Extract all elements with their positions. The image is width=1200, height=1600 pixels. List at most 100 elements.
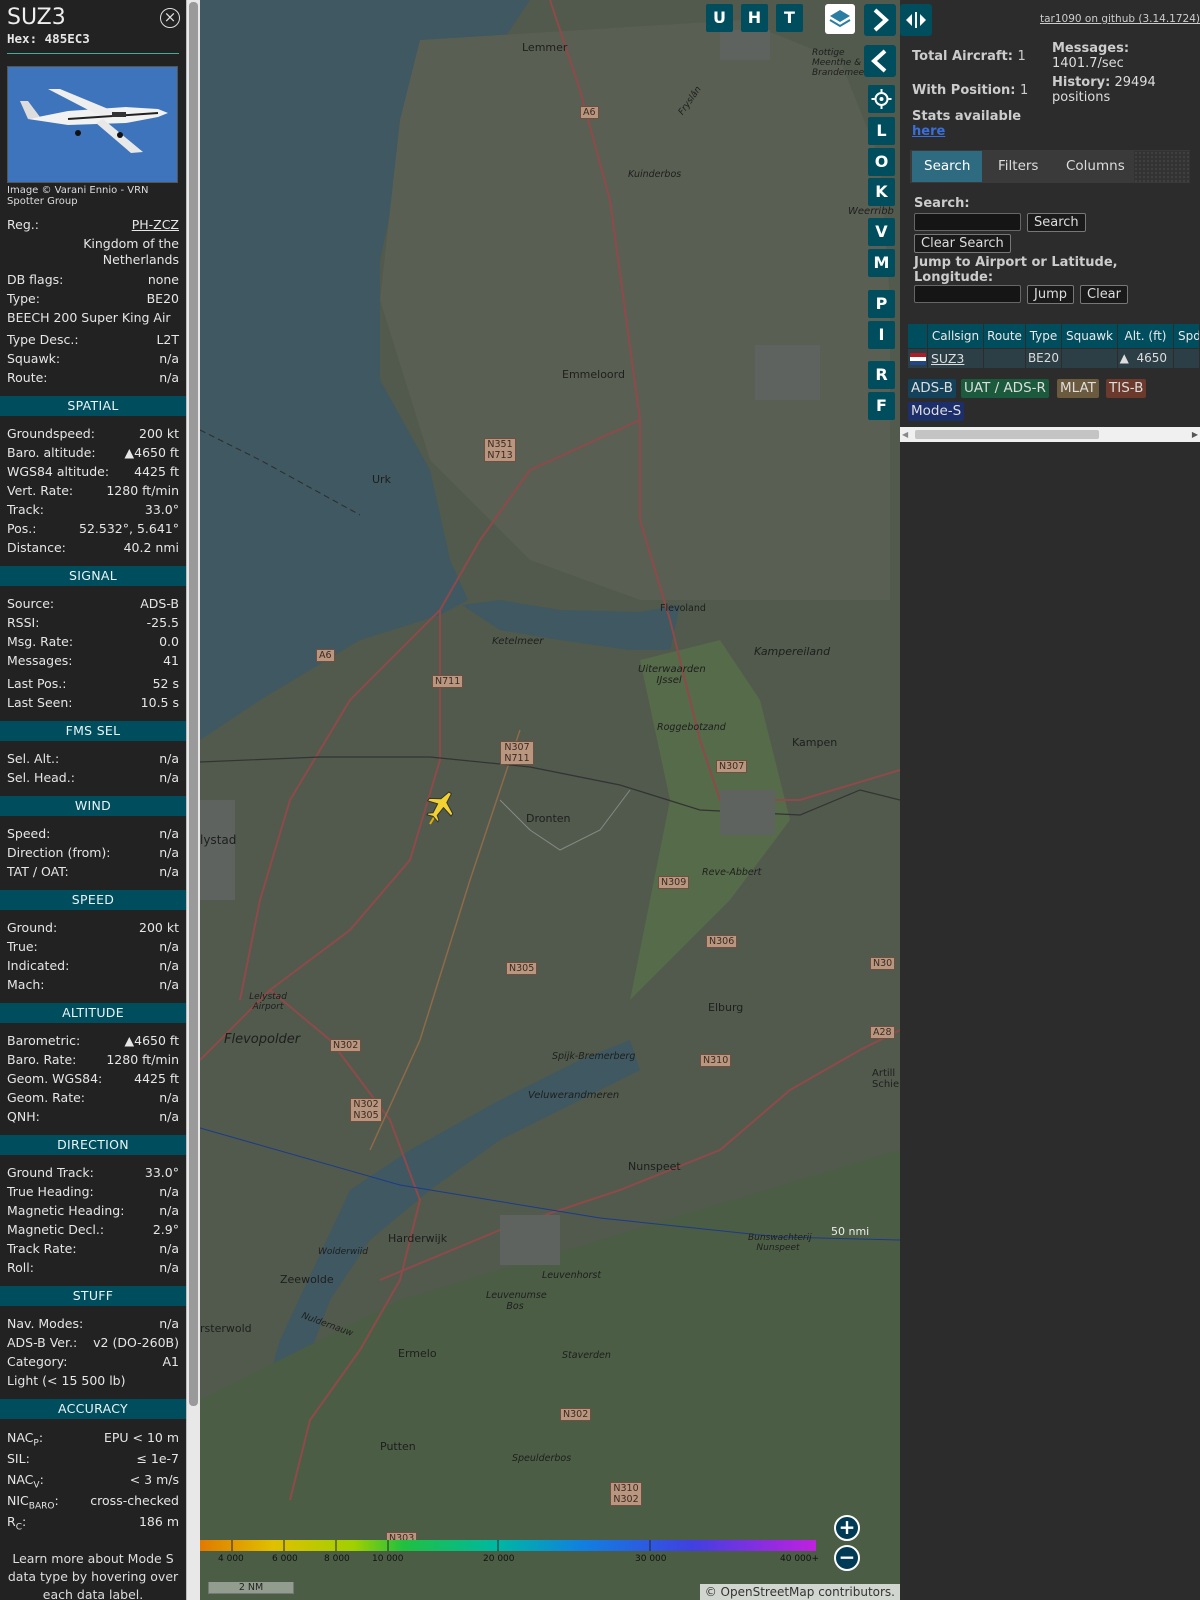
column-header-type[interactable]: Type	[1026, 324, 1062, 348]
btn-p[interactable]: P	[868, 290, 895, 318]
info-label[interactable]: Geom. Rate:	[7, 1088, 85, 1107]
info-label[interactable]: Track:	[7, 500, 44, 519]
layers-icon[interactable]	[825, 4, 855, 34]
clear-search-button[interactable]: Clear Search	[914, 234, 1011, 253]
close-icon[interactable]: ×	[160, 8, 180, 28]
info-label[interactable]: Source:	[7, 594, 54, 613]
accuracy-label[interactable]: RC:	[7, 1511, 26, 1533]
btn-l[interactable]: L	[868, 117, 895, 145]
info-label[interactable]: QNH:	[7, 1107, 40, 1126]
info-label[interactable]: Track Rate:	[7, 1239, 77, 1258]
btn-u[interactable]: U	[706, 4, 733, 32]
info-label[interactable]: Roll:	[7, 1258, 34, 1277]
info-label[interactable]: Geom. WGS84:	[7, 1069, 102, 1088]
info-label[interactable]: Pos.:	[7, 519, 36, 538]
aircraft-list-panel: tar1090 on github (3.14.1724) Total Airc…	[900, 0, 1200, 1600]
info-label[interactable]: Mach:	[7, 975, 44, 994]
stats-link[interactable]: here	[912, 124, 945, 139]
column-header-squawk[interactable]: Squawk	[1062, 324, 1118, 348]
btn-v[interactable]: V	[868, 218, 895, 246]
column-header-callsign[interactable]: Callsign	[928, 324, 984, 348]
attribution-link[interactable]: OpenStreetMap	[721, 1585, 815, 1599]
info-label[interactable]: Baro. Rate:	[7, 1050, 76, 1069]
scroll-right-arrow-icon[interactable]: ▶	[1192, 430, 1198, 439]
github-link[interactable]: tar1090 on github (3.14.1724)	[1040, 13, 1200, 25]
info-label[interactable]: Magnetic Decl.:	[7, 1220, 104, 1239]
column-header-speed[interactable]: Spd	[1174, 324, 1200, 348]
info-label[interactable]: Baro. altitude:	[7, 443, 96, 462]
info-label[interactable]: RSSI:	[7, 613, 39, 632]
btn-i[interactable]: I	[868, 321, 895, 349]
chevron-right-icon[interactable]	[864, 4, 896, 36]
clear-button[interactable]: Clear	[1080, 285, 1128, 304]
scrollbar-thumb[interactable]	[915, 430, 1099, 439]
accuracy-label[interactable]: NACV:	[7, 1469, 44, 1491]
info-label[interactable]: Msg. Rate:	[7, 632, 73, 651]
info-label[interactable]: Ground:	[7, 918, 57, 937]
table-cell-callsign[interactable]: SUZ3	[928, 349, 984, 368]
road-shield: N306	[706, 935, 738, 948]
btn-h[interactable]: H	[741, 4, 768, 32]
sidebar-scrollbar-thumb[interactable]	[189, 2, 198, 1406]
column-header-flag[interactable]	[908, 324, 928, 348]
accuracy-label[interactable]: SIL:	[7, 1448, 30, 1469]
aircraft-photo[interactable]	[7, 66, 178, 183]
legend-mlat: MLAT	[1057, 379, 1099, 398]
info-label[interactable]: ADS-B Ver.:	[7, 1333, 77, 1352]
info-label[interactable]: Messages:	[7, 651, 73, 670]
zoom-in-button[interactable]: +	[834, 1515, 860, 1541]
info-label[interactable]: TAT / OAT:	[7, 862, 69, 881]
info-label[interactable]: Sel. Alt.:	[7, 749, 59, 768]
info-label[interactable]: Ground Track:	[7, 1163, 94, 1182]
arrows-left-right-icon[interactable]	[900, 4, 932, 36]
btn-o[interactable]: O	[868, 148, 895, 176]
btn-t[interactable]: T	[776, 4, 803, 32]
accuracy-label[interactable]: NACP:	[7, 1427, 43, 1449]
info-label[interactable]: Groundspeed:	[7, 424, 95, 443]
info-label[interactable]: Barometric:	[7, 1031, 80, 1050]
scroll-left-arrow-icon[interactable]: ◀	[902, 430, 908, 439]
gear-icon[interactable]	[868, 85, 895, 113]
tab-columns[interactable]: Columns	[1054, 151, 1137, 182]
search-input[interactable]	[914, 213, 1021, 231]
sidebar-scrollbar[interactable]	[186, 0, 200, 1600]
accuracy-label[interactable]: NICBARO:	[7, 1490, 59, 1512]
info-label[interactable]: Category:	[7, 1352, 67, 1371]
zoom-out-button[interactable]: −	[834, 1545, 860, 1571]
reg-link[interactable]: PH-ZCZ	[132, 215, 179, 234]
info-label[interactable]: Last Pos.:	[7, 674, 66, 693]
tab-filters[interactable]: Filters	[986, 151, 1051, 182]
info-label[interactable]: Distance:	[7, 538, 66, 557]
reg-row: Reg.: PH-ZCZ	[0, 215, 186, 234]
info-label[interactable]: True Heading:	[7, 1182, 94, 1201]
btn-m[interactable]: M	[868, 249, 895, 277]
info-label[interactable]: Direction (from):	[7, 843, 111, 862]
jump-button[interactable]: Jump	[1027, 285, 1074, 304]
info-label[interactable]: Nav. Modes:	[7, 1314, 83, 1333]
btn-k[interactable]: K	[868, 178, 895, 206]
info-row: Msg. Rate: 0.0	[0, 632, 186, 651]
tab-search[interactable]: Search	[912, 151, 983, 182]
accuracy-value: 186 m	[138, 1514, 179, 1529]
info-label[interactable]: Indicated:	[7, 956, 69, 975]
info-label[interactable]: Last Seen:	[7, 693, 72, 712]
table-horizontal-scrollbar[interactable]: ◀ ▶	[900, 427, 1200, 442]
info-label[interactable]: Magnetic Heading:	[7, 1201, 124, 1220]
info-label[interactable]: WGS84 altitude:	[7, 462, 109, 481]
section-altitude: ALTITUDE	[0, 1003, 186, 1023]
map-view[interactable]: Lemmer Emmeloord Urk Ketelmeer Kampereil…	[200, 0, 900, 1600]
search-button[interactable]: Search	[1027, 213, 1086, 232]
info-label[interactable]: True:	[7, 937, 38, 956]
column-header-altitude[interactable]: Alt. (ft)	[1118, 324, 1174, 348]
btn-f[interactable]: F	[868, 392, 895, 420]
info-label[interactable]: Speed:	[7, 824, 50, 843]
aircraft-marker-icon[interactable]	[424, 786, 460, 826]
info-value: 33.0°	[144, 1165, 179, 1180]
info-label[interactable]: Sel. Head.:	[7, 768, 75, 787]
info-label[interactable]: Vert. Rate:	[7, 481, 73, 500]
map-attribution: © OpenStreetMap contributors.	[699, 1584, 900, 1600]
jump-input[interactable]	[914, 285, 1021, 303]
chevron-left-icon[interactable]	[864, 45, 896, 77]
column-header-route[interactable]: Route	[984, 324, 1026, 348]
btn-r[interactable]: R	[868, 361, 895, 389]
